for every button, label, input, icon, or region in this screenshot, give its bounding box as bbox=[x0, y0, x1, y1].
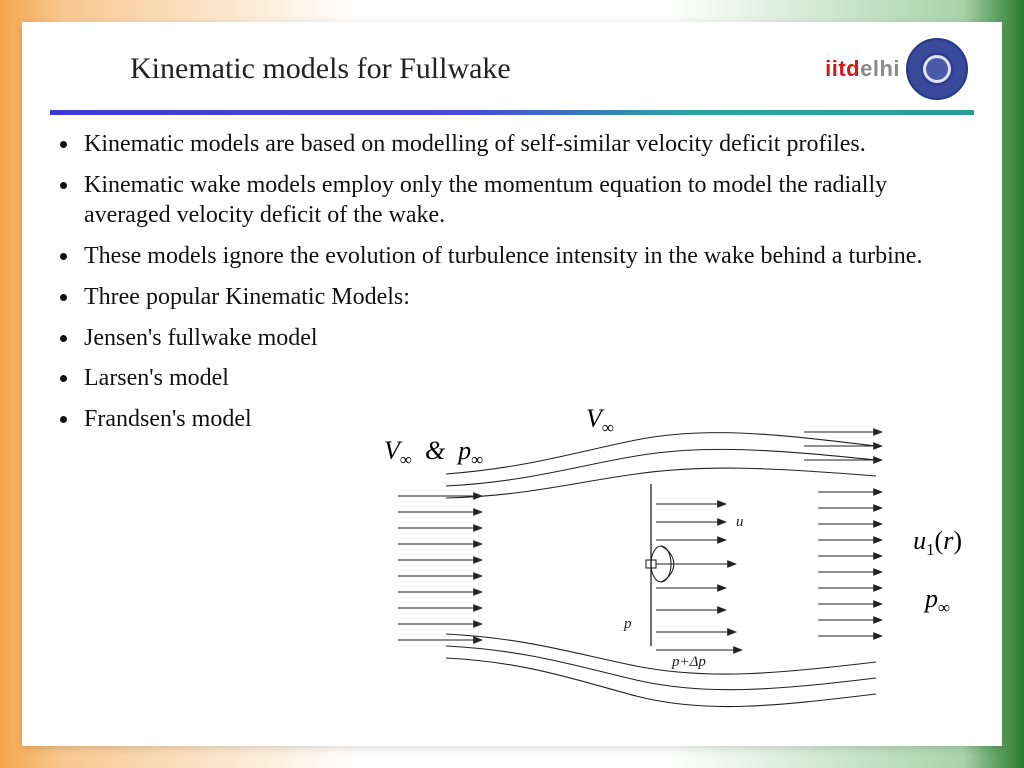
list-item: Three popular Kinematic Models: bbox=[80, 282, 974, 313]
header-row: Kinematic models for Fullwake iitdelhi bbox=[50, 38, 974, 110]
list-item: Jensen's fullwake model bbox=[80, 323, 974, 354]
inflow-arrows bbox=[398, 496, 482, 640]
institute-seal-icon bbox=[906, 38, 968, 100]
iit-gray: elhi bbox=[860, 56, 900, 81]
label-p-dp-small: p+Δp bbox=[671, 654, 706, 670]
slide-body: Kinematic models for Fullwake iitdelhi K… bbox=[22, 22, 1002, 746]
list-item: Larsen's model bbox=[80, 363, 974, 394]
bullet-list: Kinematic models are based on modelling … bbox=[50, 129, 974, 435]
logo-group: iitdelhi bbox=[825, 38, 968, 100]
top-outflow-arrows bbox=[804, 432, 882, 460]
list-item: Kinematic wake models employ only the mo… bbox=[80, 170, 974, 231]
list-item: These models ignore the evolution of tur… bbox=[80, 241, 974, 272]
iit-red: iitd bbox=[825, 56, 860, 81]
wake-outflow-arrows bbox=[818, 492, 882, 636]
divider-bar bbox=[50, 110, 974, 115]
label-p-small: p bbox=[623, 616, 632, 632]
list-item: Kinematic models are based on modelling … bbox=[80, 129, 974, 160]
iit-logo-text: iitdelhi bbox=[825, 56, 900, 82]
slide-frame: Kinematic models for Fullwake iitdelhi K… bbox=[0, 0, 1024, 768]
flow-svg: u p p+Δp bbox=[376, 404, 966, 724]
label-u-small: u bbox=[736, 514, 744, 530]
slide-title: Kinematic models for Fullwake bbox=[130, 52, 511, 86]
flow-diagram: V∞ V∞ & p∞ u1(r) p∞ bbox=[376, 404, 966, 724]
